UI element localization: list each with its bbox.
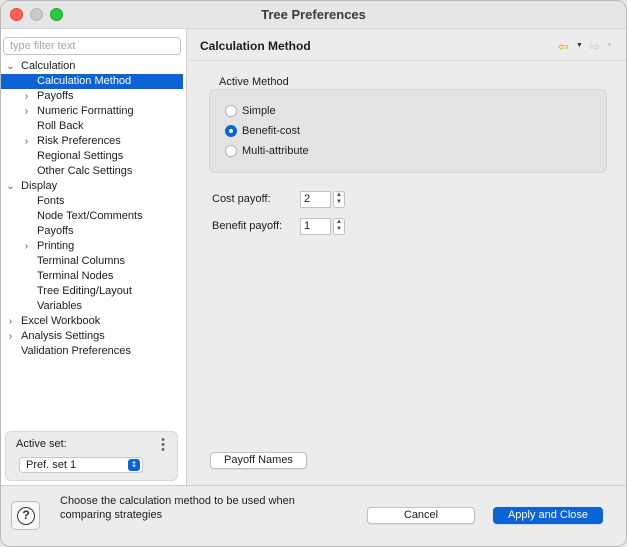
tree-item[interactable]: ⌄ Display (1, 179, 183, 194)
window-title: Tree Preferences (261, 7, 366, 22)
hint-text: Choose the calculation method to be used… (60, 495, 295, 521)
radio-label-benefit-cost: Benefit-cost (242, 125, 301, 137)
preference-tree: ⌄ Calculation Calculation Method › Payoffs › N… (1, 59, 183, 359)
tree-item-label: Other Calc Settings (37, 165, 133, 177)
tree-item-label: Fonts (37, 195, 65, 207)
cost-payoff-field[interactable]: 2 (300, 191, 331, 208)
tree-item[interactable]: Terminal Nodes (1, 269, 183, 284)
tree-item-label: Variables (37, 300, 83, 312)
preferences-window: Tree Preferences ⌄ Calculation Calculation… (0, 0, 627, 547)
title-bar: Tree Preferences (1, 1, 626, 29)
active-method-group: Simple Benefit-cost Multi-attribute (209, 89, 607, 173)
cancel-button[interactable]: Cancel (367, 507, 475, 524)
active-set-select[interactable]: Pref. set 1 ⇕ (19, 457, 143, 473)
forward-arrow-icon[interactable]: ⇨ (589, 39, 600, 55)
tree-item[interactable]: › Excel Workbook (1, 314, 183, 329)
tree-item[interactable]: Payoffs (1, 224, 183, 239)
chevron-right-icon[interactable]: › (22, 104, 31, 119)
radio-simple[interactable] (225, 105, 237, 117)
chevron-down-icon[interactable]: ⌄ (6, 179, 15, 194)
tree-item-label: Excel Workbook (21, 315, 101, 327)
tree-item-label: Tree Editing/Layout (37, 285, 132, 297)
tree-item[interactable]: › Analysis Settings (1, 329, 183, 344)
forward-dropdown-icon[interactable]: ▼ (606, 42, 613, 49)
tree-item[interactable]: ⌄ Calculation (1, 59, 183, 74)
tree-item-label: Payoffs (37, 90, 74, 102)
tree-item-label: Roll Back (37, 120, 84, 132)
tree-item[interactable]: Terminal Columns (1, 254, 183, 269)
tree-item-label: Node Text/Comments (37, 210, 143, 222)
radio-label-simple: Simple (242, 105, 276, 117)
chevron-right-icon[interactable]: › (6, 314, 15, 329)
payoff-names-button[interactable]: Payoff Names (210, 452, 307, 469)
back-dropdown-icon[interactable]: ▼ (576, 42, 583, 49)
radio-multi-attribute[interactable] (225, 145, 237, 157)
tree-item-label: Terminal Columns (37, 255, 126, 267)
tree-item[interactable]: Variables (1, 299, 183, 314)
tree-item[interactable]: Roll Back (1, 119, 183, 134)
chevron-updown-icon: ⇕ (128, 459, 140, 471)
tree-item-label: Calculation Method (37, 75, 132, 87)
tree-item[interactable]: Regional Settings (1, 149, 183, 164)
chevron-right-icon[interactable]: › (22, 89, 31, 104)
tree-item[interactable]: › Printing (1, 239, 183, 254)
tree-item-label: Display (21, 180, 58, 192)
chevron-right-icon[interactable]: › (6, 329, 15, 344)
tree-item-label: Printing (37, 240, 75, 252)
radio-label-multi-attribute: Multi-attribute (242, 145, 309, 157)
tree-item[interactable]: Other Calc Settings (1, 164, 183, 179)
active-set-value: Pref. set 1 (26, 459, 77, 471)
tree-item[interactable]: › Payoffs (1, 89, 183, 104)
sidebar: ⌄ Calculation Calculation Method › Payoffs › N… (1, 29, 187, 485)
chevron-right-icon[interactable]: › (22, 134, 31, 149)
back-arrow-icon[interactable]: ⇦ (558, 39, 569, 55)
tree-item[interactable]: › Numeric Formatting (1, 104, 183, 119)
benefit-payoff-stepper[interactable]: ▲ ▼ (333, 218, 345, 235)
filter-input[interactable] (3, 37, 181, 55)
active-set-label: Active set: (16, 438, 67, 450)
tree-item-label: Validation Preferences (21, 345, 131, 357)
active-method-label: Active Method (219, 76, 289, 88)
tree-item[interactable]: Node Text/Comments (1, 209, 183, 224)
tree-item[interactable]: Tree Editing/Layout (1, 284, 183, 299)
active-set-panel: Active set: • • • Pref. set 1 ⇕ (5, 431, 178, 481)
question-icon: ? (17, 507, 35, 525)
apply-and-close-button[interactable]: Apply and Close (493, 507, 603, 524)
tree-item-label: Payoffs (37, 225, 74, 237)
help-button[interactable]: ? (11, 501, 40, 530)
radio-benefit-cost[interactable] (225, 125, 237, 137)
tree-item[interactable]: Fonts (1, 194, 183, 209)
benefit-payoff-label: Benefit payoff: (212, 220, 283, 232)
tree-item[interactable]: › Risk Preferences (1, 134, 183, 149)
cost-payoff-label: Cost payoff: (212, 193, 271, 205)
tree-item-label: Calculation (21, 60, 76, 72)
tree-item-label: Analysis Settings (21, 330, 105, 342)
tree-item-label: Regional Settings (37, 150, 124, 162)
tree-item-label: Numeric Formatting (37, 105, 134, 117)
chevron-right-icon[interactable]: › (22, 239, 31, 254)
tree-item-label: Terminal Nodes (37, 270, 114, 282)
tree-item[interactable]: Validation Preferences (1, 344, 183, 359)
page-title: Calculation Method (200, 39, 311, 53)
main-panel: Calculation Method ⇦ ▼ ⇨ ▼ Active Method… (188, 29, 626, 485)
footer-bar: ? Choose the calculation method to be us… (1, 485, 626, 546)
chevron-down-icon[interactable]: ⌄ (6, 59, 15, 74)
tree-item[interactable]: Calculation Method (1, 74, 183, 89)
cost-payoff-stepper[interactable]: ▲ ▼ (333, 191, 345, 208)
benefit-payoff-field[interactable]: 1 (300, 218, 331, 235)
tree-item-label: Risk Preferences (37, 135, 121, 147)
header-divider (188, 60, 626, 61)
more-options-icon[interactable]: • • • (159, 435, 167, 456)
